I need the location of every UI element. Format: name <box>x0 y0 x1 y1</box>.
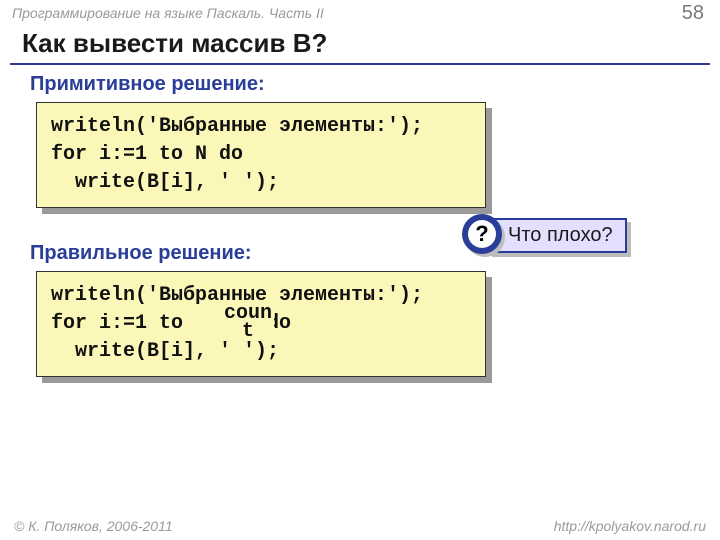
code-primitive: writeln('Выбранные элементы:'); for i:=1… <box>36 102 486 208</box>
label-primitive-solution: Примитивное решение: <box>30 73 720 96</box>
question-mark-icon: ? <box>462 214 502 254</box>
question-mark-glyph: ? <box>468 220 496 248</box>
title-rule <box>10 63 710 65</box>
footer-copyright: © К. Поляков, 2006-2011 <box>14 518 173 534</box>
slide-title: Как вывести массив B? <box>22 28 720 59</box>
footer: © К. Поляков, 2006-2011 http://kpolyakov… <box>0 518 720 534</box>
callout-whats-wrong: Что плохо? ? <box>430 212 680 262</box>
header-subtitle: Программирование на языке Паскаль. Часть… <box>12 5 324 21</box>
callout-text: Что плохо? <box>488 218 627 253</box>
page-number: 58 <box>682 2 708 25</box>
footer-url: http://kpolyakov.narod.ru <box>554 518 706 534</box>
overlay-count-label: coun t <box>222 305 274 341</box>
header: Программирование на языке Паскаль. Часть… <box>0 0 720 24</box>
slide: Программирование на языке Паскаль. Часть… <box>0 0 720 540</box>
code-block-primitive: writeln('Выбранные элементы:'); for i:=1… <box>36 102 486 208</box>
code-block-correct: writeln('Выбранные элементы:'); for i:=1… <box>36 271 486 377</box>
